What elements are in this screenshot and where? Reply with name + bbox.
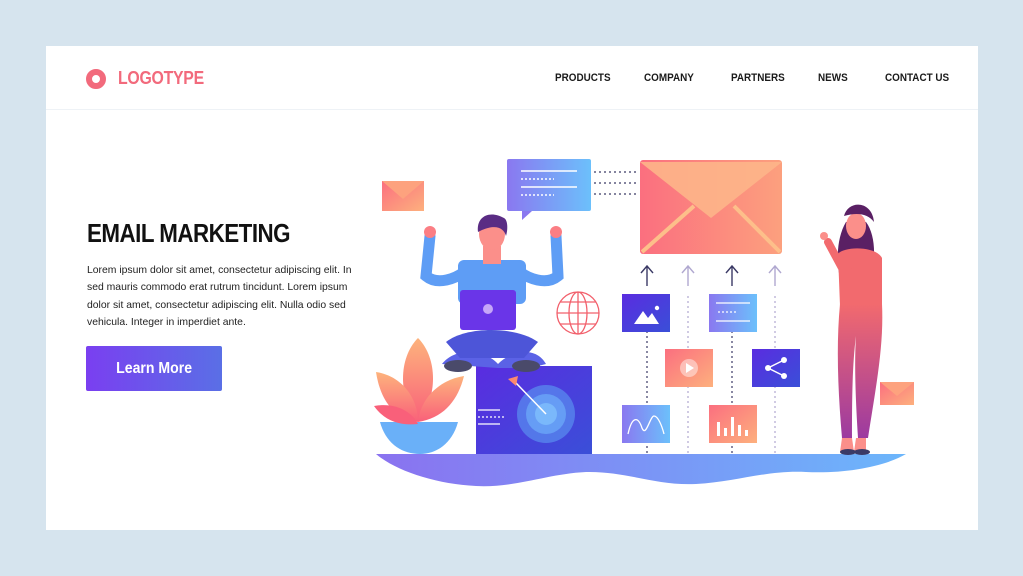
man-with-laptop bbox=[420, 214, 564, 372]
envelope-icon-small-left bbox=[382, 181, 424, 211]
email-marketing-illustration bbox=[374, 159, 914, 487]
globe-icon bbox=[556, 291, 600, 335]
image-icon bbox=[622, 294, 670, 332]
landing-card: LOGOTYPE PRODUCTS COMPANY PARTNERS NEWS … bbox=[46, 46, 978, 530]
ground-wave bbox=[376, 454, 906, 487]
bar-chart-icon bbox=[709, 405, 757, 443]
dotted-connectors bbox=[594, 171, 636, 195]
envelope-icon-large bbox=[640, 160, 782, 254]
chat-bubble-icon bbox=[507, 159, 591, 220]
arrow-up-icons bbox=[640, 264, 782, 286]
wave-chart-icon bbox=[622, 405, 670, 443]
target-icon bbox=[476, 366, 592, 454]
lotus-plant bbox=[374, 338, 464, 454]
share-icon bbox=[752, 349, 800, 387]
text-lines-icon bbox=[709, 294, 757, 332]
video-play-icon bbox=[665, 349, 713, 387]
woman-pointing bbox=[820, 204, 883, 455]
envelope-icon-small-right bbox=[880, 382, 914, 405]
